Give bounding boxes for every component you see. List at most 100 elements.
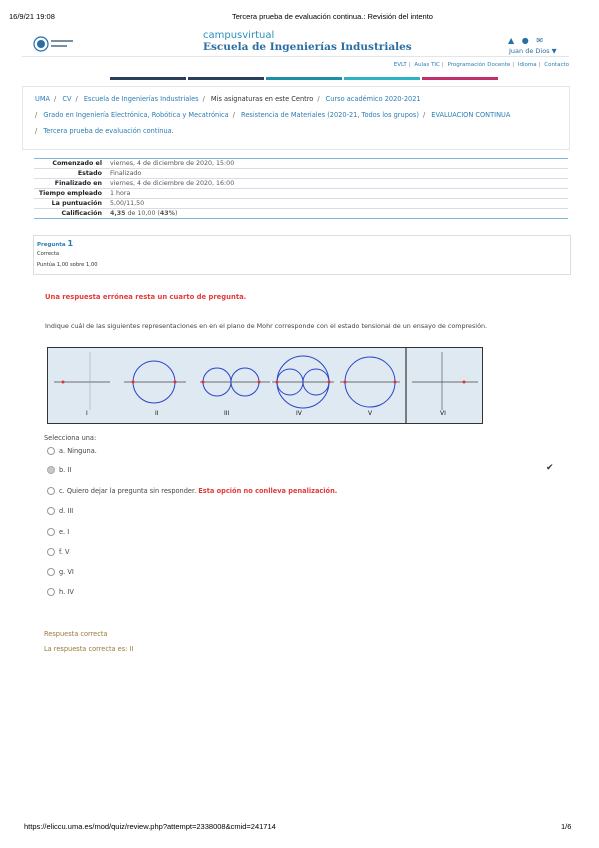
select-prompt: Selecciona una: (44, 434, 97, 442)
header-divider (22, 56, 569, 57)
color-bar-segment (110, 77, 186, 80)
right-answer-text: La respuesta correcta es: II (44, 645, 134, 653)
mohr-circles-figure: I II III IV V VI (47, 347, 483, 424)
summary-label: Calificación (34, 208, 106, 219)
summary-label: La puntuación (34, 198, 106, 209)
grade-rest: de 10,00 ( (125, 210, 160, 217)
link-aulas-tic[interactable]: Aulas TIC (414, 62, 440, 68)
table-row: Tiempo empleado 1 hora (34, 188, 568, 199)
question-text: Indique cuál de las siguientes represent… (45, 322, 488, 330)
link-programacion[interactable]: Programación Docente (448, 62, 511, 68)
grade-percent: 43% (159, 210, 175, 217)
summary-value: 1 hora (106, 188, 568, 199)
option-label: c. Quiero dejar la pregunta sin responde… (59, 487, 197, 495)
user-menu[interactable]: Juan de Dios ▼ (509, 47, 557, 55)
attempt-summary-table: Comenzado el viernes, 4 de diciembre de 2… (34, 158, 568, 219)
color-bar-segment (266, 77, 342, 80)
radio-button[interactable] (47, 548, 55, 556)
option-label: g. VI (59, 568, 74, 576)
chat-icon[interactable]: ● (522, 36, 529, 45)
crumb-year[interactable]: Curso académico 2020-2021 (326, 95, 421, 103)
option-label: a. Ninguna. (59, 447, 97, 455)
option-label: e. I (59, 528, 70, 536)
question-number-value: 1 (67, 239, 74, 248)
option-c[interactable]: c. Quiero dejar la pregunta sin responde… (47, 487, 337, 495)
summary-value: 5,00/11,50 (106, 198, 568, 209)
option-f[interactable]: f. V (47, 548, 70, 556)
radio-button[interactable] (47, 568, 55, 576)
radio-button[interactable] (47, 487, 55, 495)
option-e[interactable]: e. I (47, 528, 69, 536)
summary-value: Finalizado (106, 168, 568, 179)
crumb-section[interactable]: EVALUACION CONTINUA (431, 111, 510, 119)
brand-campusvirtual[interactable]: campusvirtual (203, 30, 274, 41)
figure-label-i: I (86, 410, 88, 417)
grade-value: 4,35 (110, 210, 126, 217)
brand-school-name[interactable]: Escuela de Ingenierías Industriales (203, 41, 412, 53)
summary-value: viernes, 4 de diciembre de 2020, 15:00 (106, 158, 568, 169)
option-b[interactable]: b. II (47, 466, 71, 474)
question-label: Pregunta (37, 242, 66, 248)
option-label: h. IV (59, 588, 74, 596)
summary-label: Finalizado en (34, 178, 106, 189)
table-row: Finalizado en viernes, 4 de diciembre de … (34, 178, 568, 189)
print-page-number: 1/6 (561, 822, 572, 831)
option-label: f. V (59, 548, 70, 556)
summary-value: viernes, 4 de diciembre de 2020, 16:00 (106, 178, 568, 189)
radio-button[interactable] (47, 447, 55, 455)
university-logo[interactable] (33, 36, 85, 52)
feedback-text: Respuesta correcta (44, 630, 108, 638)
link-contacto[interactable]: Contacto (544, 62, 569, 68)
bell-icon[interactable]: ▲ (508, 36, 514, 45)
color-bar-segment (422, 77, 498, 80)
option-g[interactable]: g. VI (47, 568, 74, 576)
summary-label: Estado (34, 168, 106, 179)
figure-label-v: V (368, 410, 373, 417)
print-datetime: 16/9/21 19:08 (9, 12, 55, 21)
link-idioma[interactable]: Idioma (518, 62, 537, 68)
option-a[interactable]: a. Ninguna. (47, 447, 97, 455)
crumb-degree[interactable]: Grado en Ingeniería Electrónica, Robótic… (43, 111, 228, 119)
option-label: b. II (59, 466, 72, 474)
question-state: Correcta (37, 251, 60, 257)
figure-label-vi: VI (440, 410, 446, 417)
crumb-uma[interactable]: UMA (35, 95, 50, 103)
crumb-quiz[interactable]: Tercera prueba de evaluación continua. (43, 127, 173, 135)
print-url: https://eliccu.uma.es/mod/quiz/review.ph… (24, 822, 276, 831)
crumb-cv[interactable]: CV (62, 95, 71, 103)
table-row: Calificación 4,35 de 10,00 (43%) (34, 208, 568, 219)
figure-label-iv: IV (296, 410, 302, 417)
question-grade: Puntúa 1,00 sobre 1,00 (37, 262, 98, 268)
table-row: La puntuación 5,00/11,50 (34, 198, 568, 209)
table-row: Comenzado el viernes, 4 de diciembre de 2… (34, 158, 568, 169)
crumb-my-subjects: Mis asignaturas en este Centro (210, 95, 314, 103)
link-evlt[interactable]: EVLT (394, 62, 407, 68)
radio-button[interactable] (47, 466, 55, 474)
radio-button[interactable] (47, 588, 55, 596)
option-label: d. III (59, 507, 74, 515)
summary-label: Tiempo empleado (34, 188, 106, 199)
figure-label-iii: III (224, 410, 230, 417)
question-number: Pregunta 1 (37, 239, 73, 248)
correct-check-icon: ✔ (546, 463, 554, 473)
crumb-school[interactable]: Escuela de Ingenierías Industriales (84, 95, 199, 103)
figure-label-ii: II (155, 410, 159, 417)
summary-value: 4,35 de 10,00 (43%) (106, 208, 568, 219)
user-icons: ▲ ● ✉ (508, 36, 543, 45)
penalty-warning: Una respuesta errónea resta un cuarto de… (45, 293, 247, 301)
grade-end: ) (174, 210, 178, 217)
option-d[interactable]: d. III (47, 507, 73, 515)
option-note: Esta opción no conlleva penalización. (198, 487, 338, 495)
mail-icon[interactable]: ✉ (536, 36, 543, 45)
option-h[interactable]: h. IV (47, 588, 74, 596)
color-bar-segment (344, 77, 420, 80)
color-bar-segment (188, 77, 264, 80)
crumb-course[interactable]: Resistencia de Materiales (2020-21, Todo… (241, 111, 419, 119)
table-row: Estado Finalizado (34, 168, 568, 179)
radio-button[interactable] (47, 528, 55, 536)
top-links: EVLT | Aulas TIC | Programación Docente | I… (393, 62, 569, 68)
question-info: Pregunta 1 Correcta Puntúa 1,00 sobre 1,… (33, 235, 571, 275)
print-title: Tercera prueba de evaluación continua.: … (232, 12, 433, 21)
radio-button[interactable] (47, 507, 55, 515)
breadcrumb: UMA / CV / Escuela de Ingenierías Industri… (22, 86, 570, 150)
